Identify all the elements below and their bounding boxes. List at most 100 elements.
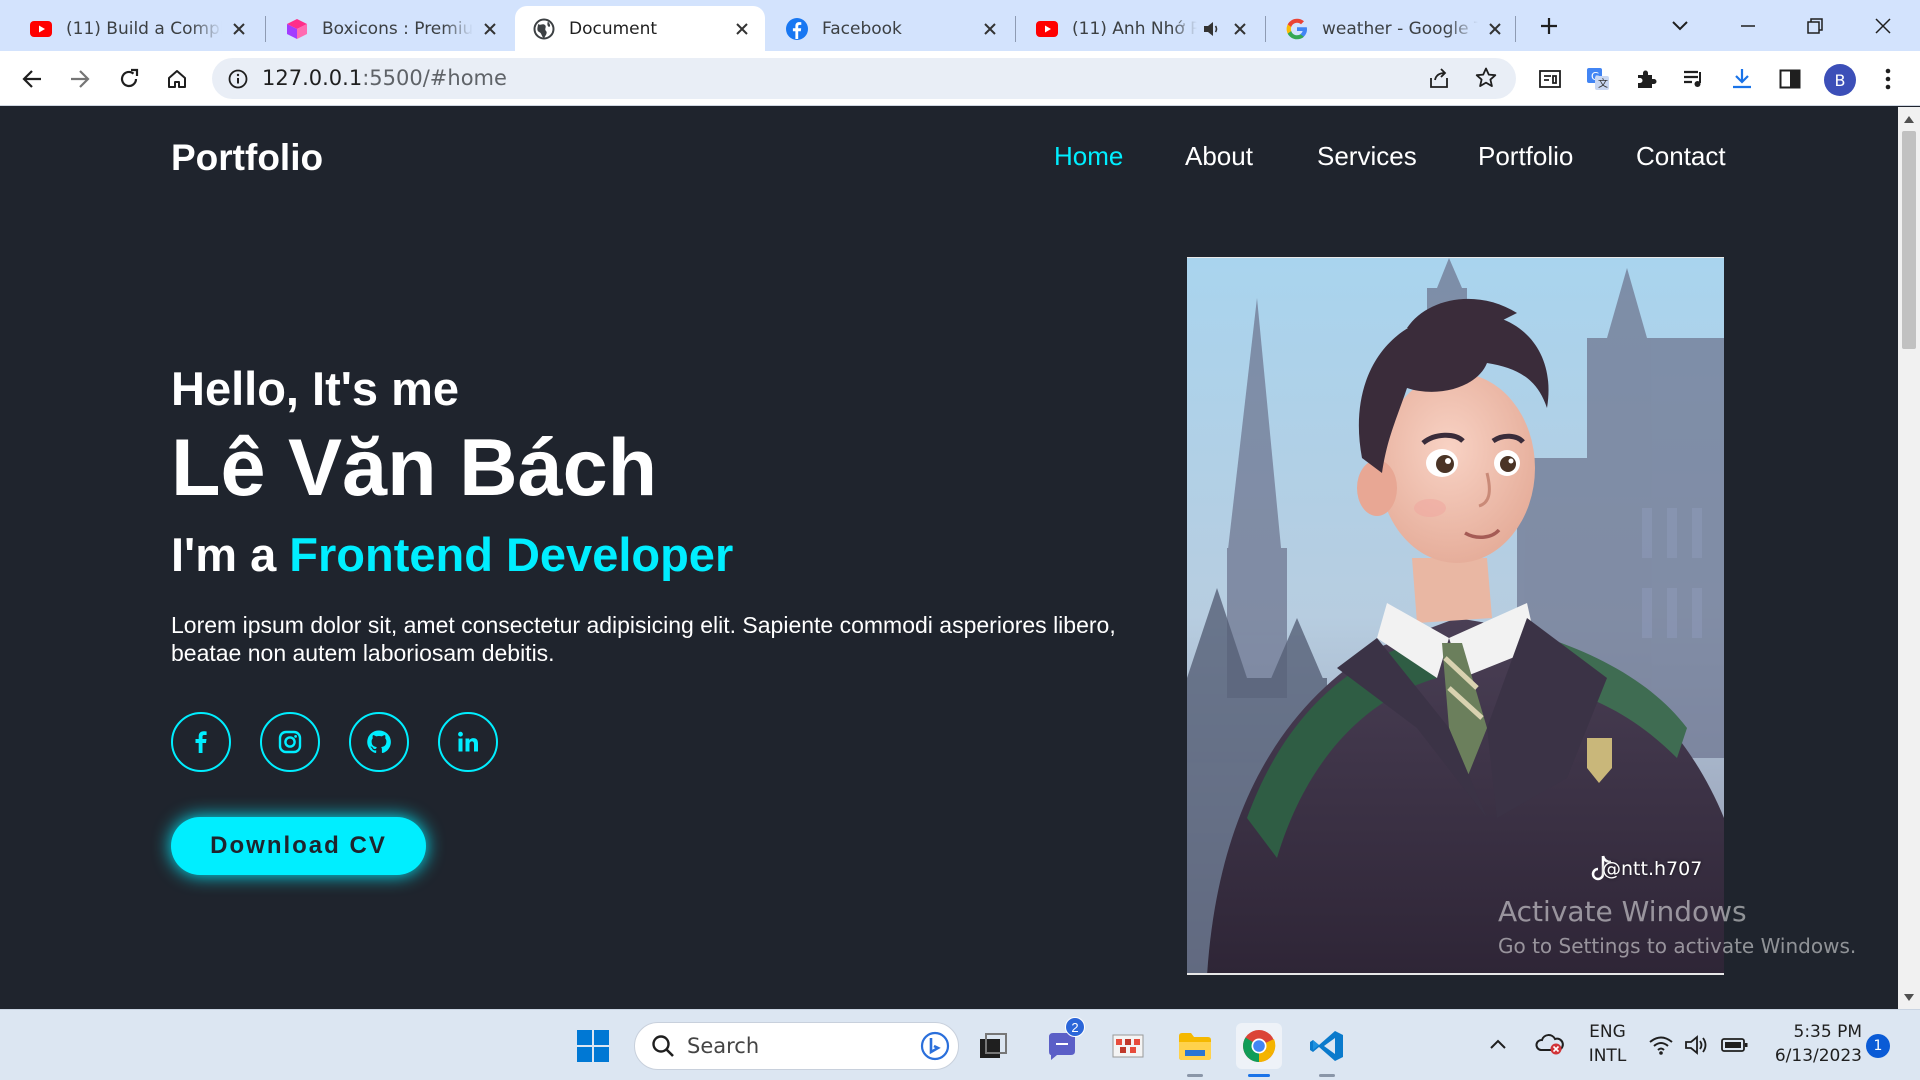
language-indicator[interactable]: ENG INTL [1580, 1022, 1635, 1066]
back-button[interactable] [12, 59, 52, 99]
reload-button[interactable] [109, 59, 149, 99]
minimize-button[interactable] [1728, 8, 1768, 44]
snipping-app-button[interactable] [1105, 1023, 1151, 1069]
download-cv-button[interactable]: Download CV [171, 817, 426, 875]
tab-search-button[interactable] [1660, 8, 1700, 44]
chrome-taskbar-button[interactable] [1236, 1023, 1282, 1069]
minimize-icon [1741, 25, 1755, 27]
explorer-running-indicator [1187, 1074, 1203, 1077]
tab-separator [265, 16, 266, 42]
tab-youtube-music[interactable]: (11) Anh Nhớ Ra [1018, 6, 1263, 51]
github-link[interactable] [349, 712, 409, 772]
info-icon[interactable] [226, 67, 250, 91]
teams-chat-button[interactable]: 2 [1039, 1017, 1085, 1069]
share-icon[interactable] [1427, 67, 1451, 96]
activate-windows-subtitle: Go to Settings to activate Windows. [1498, 934, 1857, 958]
search-label: Search [687, 1034, 760, 1058]
audio-playing-icon[interactable] [1201, 18, 1223, 40]
close-tab-icon[interactable] [228, 18, 250, 40]
onedrive-icon[interactable] [1535, 1032, 1565, 1061]
forward-button[interactable] [60, 59, 100, 99]
facebook-icon [195, 731, 207, 753]
file-explorer-button[interactable] [1172, 1023, 1218, 1069]
nav-home[interactable]: Home [1054, 141, 1123, 172]
close-tab-icon[interactable] [1484, 18, 1506, 40]
linkedin-icon [458, 731, 478, 752]
notification-badge[interactable]: 1 [1866, 1034, 1890, 1058]
role-heading: I'm a Frontend Developer [171, 527, 733, 582]
tab-google-weather[interactable]: weather - Google Tìm kiếm [1268, 6, 1518, 51]
extensions-button[interactable] [1626, 59, 1666, 99]
youtube-icon [30, 18, 52, 40]
new-tab-button[interactable] [1529, 8, 1569, 44]
home-icon [168, 70, 186, 88]
linkedin-link[interactable] [438, 712, 498, 772]
plus-icon [1541, 18, 1557, 34]
wifi-icon[interactable] [1648, 1034, 1674, 1061]
media-control-button[interactable] [1674, 59, 1714, 99]
start-button[interactable] [570, 1023, 616, 1069]
chrome-active-indicator [1248, 1074, 1270, 1077]
home-button[interactable] [157, 59, 197, 99]
nav-about[interactable]: About [1185, 141, 1253, 172]
facebook-link[interactable] [171, 712, 231, 772]
clock[interactable]: 5:35 PM 6/13/2023 [1762, 1022, 1862, 1066]
playlist-icon [1684, 70, 1701, 87]
role-prefix: I'm a [171, 528, 290, 581]
page-viewport: Portfolio Home About Services Portfolio … [0, 107, 1898, 1009]
downloads-button[interactable] [1722, 59, 1762, 99]
scroll-up-arrow-icon[interactable] [1903, 113, 1915, 125]
close-tab-icon[interactable] [479, 18, 501, 40]
restore-button[interactable] [1795, 8, 1835, 44]
tab-youtube-portfolio[interactable]: (11) Build a Complete Personal Portfolio [12, 6, 262, 51]
tab-title: (11) Build a Complete Personal Portfolio [66, 18, 222, 39]
close-window-button[interactable] [1863, 8, 1903, 44]
github-icon [367, 730, 391, 754]
tab-boxicons[interactable]: Boxicons : Premium Icons [268, 6, 513, 51]
battery-icon[interactable] [1721, 1037, 1749, 1058]
tab-separator [1515, 16, 1516, 42]
translate-extension-button[interactable]: G文 [1578, 59, 1618, 99]
scrollbar-thumb[interactable] [1902, 131, 1916, 349]
close-tab-icon[interactable] [1229, 18, 1251, 40]
profile-avatar[interactable]: B [1824, 64, 1856, 96]
browser-menu-button[interactable] [1868, 59, 1908, 99]
tab-title: weather - Google Tìm kiếm [1322, 18, 1478, 39]
windows-taskbar: Search 2 ENG INTL 5:35 PM 6/13/2023 1 [0, 1009, 1920, 1080]
tab-document[interactable]: Document [515, 6, 765, 51]
page-scrollbar[interactable] [1898, 107, 1920, 1009]
chevron-up-icon[interactable] [1490, 1036, 1506, 1054]
facebook-icon [786, 17, 808, 40]
nav-portfolio[interactable]: Portfolio [1478, 141, 1573, 172]
chrome-icon [1243, 1030, 1276, 1062]
bing-icon[interactable] [920, 1031, 950, 1066]
vscode-icon [1310, 1031, 1343, 1061]
puzzle-icon [1638, 70, 1657, 88]
arrow-right-icon [71, 70, 90, 88]
extension-reader-button[interactable] [1530, 59, 1570, 99]
tab-facebook[interactable]: Facebook [768, 6, 1013, 51]
site-logo[interactable]: Portfolio [171, 137, 323, 179]
clock-date: 6/13/2023 [1774, 1046, 1862, 1066]
windows-logo-icon [577, 1030, 609, 1062]
taskbar-search[interactable]: Search [634, 1022, 959, 1070]
tab-title: Document [569, 18, 658, 39]
scroll-down-arrow-icon[interactable] [1903, 991, 1915, 1003]
volume-icon[interactable] [1684, 1034, 1710, 1061]
intro-paragraph: Lorem ipsum dolor sit, amet consectetur … [171, 612, 1116, 666]
vscode-button[interactable] [1304, 1023, 1350, 1069]
address-bar[interactable]: 127.0.0.1:5500/#home [212, 58, 1516, 99]
url-text[interactable]: 127.0.0.1:5500/#home [262, 58, 1162, 99]
side-panel-button[interactable] [1770, 59, 1810, 99]
tab-strip: (11) Build a Complete Personal Portfolio… [0, 0, 1920, 51]
teams-badge: 2 [1065, 1017, 1085, 1037]
side-panel-icon [1779, 69, 1801, 89]
task-view-button[interactable] [970, 1023, 1016, 1069]
nav-contact[interactable]: Contact [1636, 141, 1726, 172]
youtube-icon [1036, 18, 1058, 40]
instagram-link[interactable] [260, 712, 320, 772]
close-tab-icon[interactable] [979, 18, 1001, 40]
bookmark-star-icon[interactable] [1474, 66, 1498, 95]
nav-services[interactable]: Services [1317, 141, 1417, 172]
close-tab-icon[interactable] [731, 18, 753, 40]
